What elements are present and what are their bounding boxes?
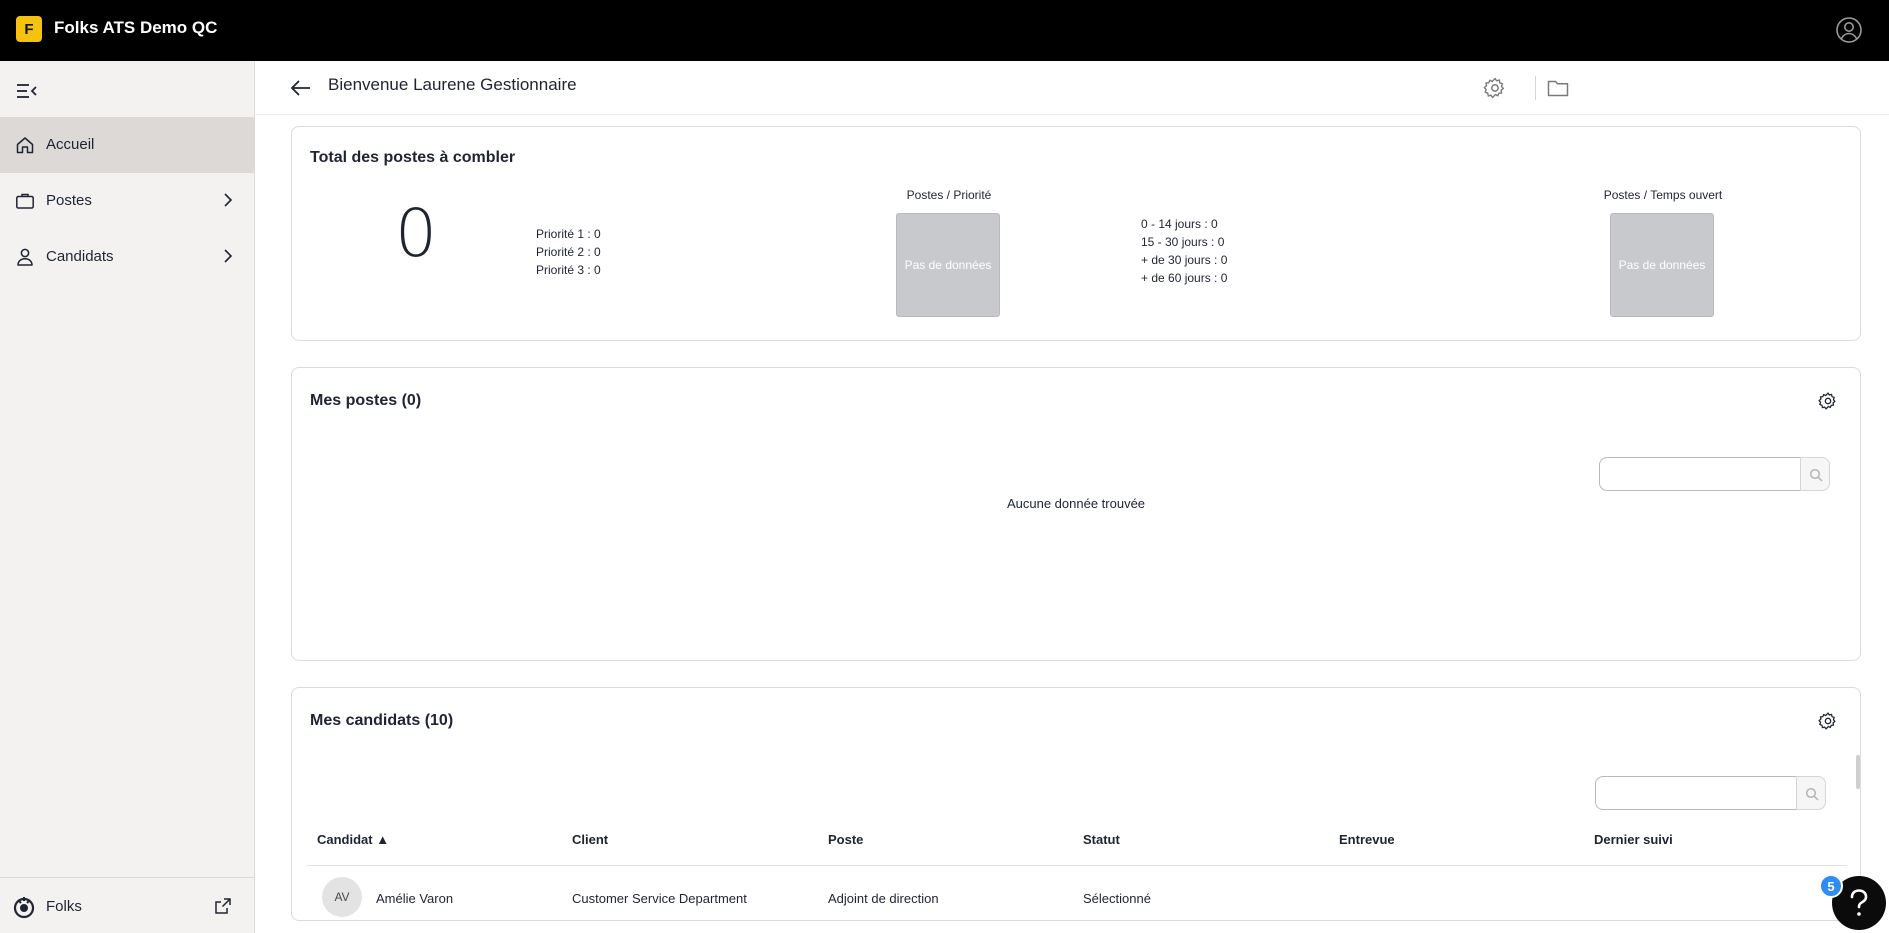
chevron-right-icon <box>224 193 233 207</box>
table-divider <box>307 865 1847 866</box>
candidate-poste: Adjoint de direction <box>828 891 939 906</box>
external-link-icon[interactable] <box>214 897 232 915</box>
avatar: AV <box>322 877 362 917</box>
gear-icon[interactable] <box>1483 76 1507 100</box>
scrollbar-thumb[interactable] <box>1856 755 1860 789</box>
my-candidates-card: Mes candidats (10) <box>291 687 1861 921</box>
briefcase-icon <box>16 193 34 209</box>
home-icon <box>16 137 34 154</box>
my-candidates-title: Mes candidats (10) <box>310 712 454 729</box>
posts-search <box>1599 457 1831 491</box>
account-icon[interactable] <box>1835 16 1863 44</box>
sidebar: Accueil Postes Candidats Folks <box>0 61 255 933</box>
page-title: Bienvenue Laurene Gestionnaire <box>328 75 577 94</box>
app-logo[interactable]: F <box>16 16 42 42</box>
notification-badge: 5 <box>1819 874 1843 898</box>
app-title[interactable]: Folks ATS Demo QC <box>54 18 217 38</box>
empty-message: Aucune donnée trouvée <box>1006 496 1146 511</box>
sidebar-item-label: Accueil <box>46 136 95 153</box>
sidebar-item-label: Postes <box>46 192 92 209</box>
column-header-candidat[interactable]: Candidat ▲ <box>317 832 389 847</box>
sidebar-item-accueil[interactable]: Accueil <box>0 117 255 173</box>
time-range-line: 15 - 30 jours : 0 <box>1141 235 1225 249</box>
collapse-menu-icon[interactable] <box>16 81 38 101</box>
gear-icon[interactable] <box>1818 711 1838 731</box>
chevron-right-icon <box>224 249 233 263</box>
candidate-name[interactable]: Amélie Varon <box>376 891 453 906</box>
folder-icon[interactable] <box>1546 76 1570 100</box>
my-posts-card: Mes postes (0) Aucune donnée trouvée <box>291 367 1861 661</box>
column-header-statut[interactable]: Statut <box>1083 832 1120 847</box>
column-header-entrevue[interactable]: Entrevue <box>1339 832 1395 847</box>
candidates-search-input[interactable] <box>1595 776 1797 810</box>
posts-search-input[interactable] <box>1599 457 1801 491</box>
folks-logo-icon <box>13 897 35 919</box>
time-range-line: + de 30 jours : 0 <box>1141 253 1228 267</box>
candidate-statut: Sélectionné <box>1083 891 1151 906</box>
total-count: 0 <box>395 195 437 272</box>
sidebar-footer[interactable]: Folks <box>0 877 255 933</box>
header-separator <box>1535 76 1536 100</box>
person-icon <box>17 248 33 266</box>
priority-line: Priorité 2 : 0 <box>536 245 601 259</box>
search-icon <box>1805 787 1819 801</box>
back-arrow-icon[interactable] <box>289 76 313 100</box>
column-header-poste[interactable]: Poste <box>828 832 863 847</box>
sidebar-item-label: Candidats <box>46 248 114 265</box>
priority-line: Priorité 1 : 0 <box>536 227 601 241</box>
summary-card: Total des postes à combler 0 Priorité 1 … <box>291 126 1861 341</box>
time-chart-placeholder: Pas de données <box>1610 213 1714 317</box>
column-header-client[interactable]: Client <box>572 832 608 847</box>
search-icon <box>1809 468 1823 482</box>
posts-search-button[interactable] <box>1800 457 1830 491</box>
priority-chart-caption: Postes / Priorité <box>906 188 992 202</box>
time-chart-caption: Postes / Temps ouvert <box>1603 188 1723 202</box>
sidebar-item-candidats[interactable]: Candidats <box>0 229 255 285</box>
page-header: Bienvenue Laurene Gestionnaire <box>256 61 1889 115</box>
candidate-client: Customer Service Department <box>572 891 747 906</box>
gear-icon[interactable] <box>1818 391 1838 411</box>
sidebar-item-postes[interactable]: Postes <box>0 173 255 229</box>
candidates-search-button[interactable] <box>1796 776 1826 810</box>
footer-label: Folks <box>46 898 82 915</box>
time-range-line: 0 - 14 jours : 0 <box>1141 217 1218 231</box>
my-posts-title: Mes postes (0) <box>310 392 422 409</box>
top-bar: F Folks ATS Demo QC <box>0 0 1889 61</box>
priority-line: Priorité 3 : 0 <box>536 263 601 277</box>
priority-chart-placeholder: Pas de données <box>896 213 1000 317</box>
time-range-line: + de 60 jours : 0 <box>1141 271 1228 285</box>
question-icon <box>1850 889 1868 916</box>
summary-title: Total des postes à combler <box>310 149 516 166</box>
candidates-search <box>1595 776 1827 810</box>
column-header-dernier-suivi[interactable]: Dernier suivi <box>1594 832 1673 847</box>
